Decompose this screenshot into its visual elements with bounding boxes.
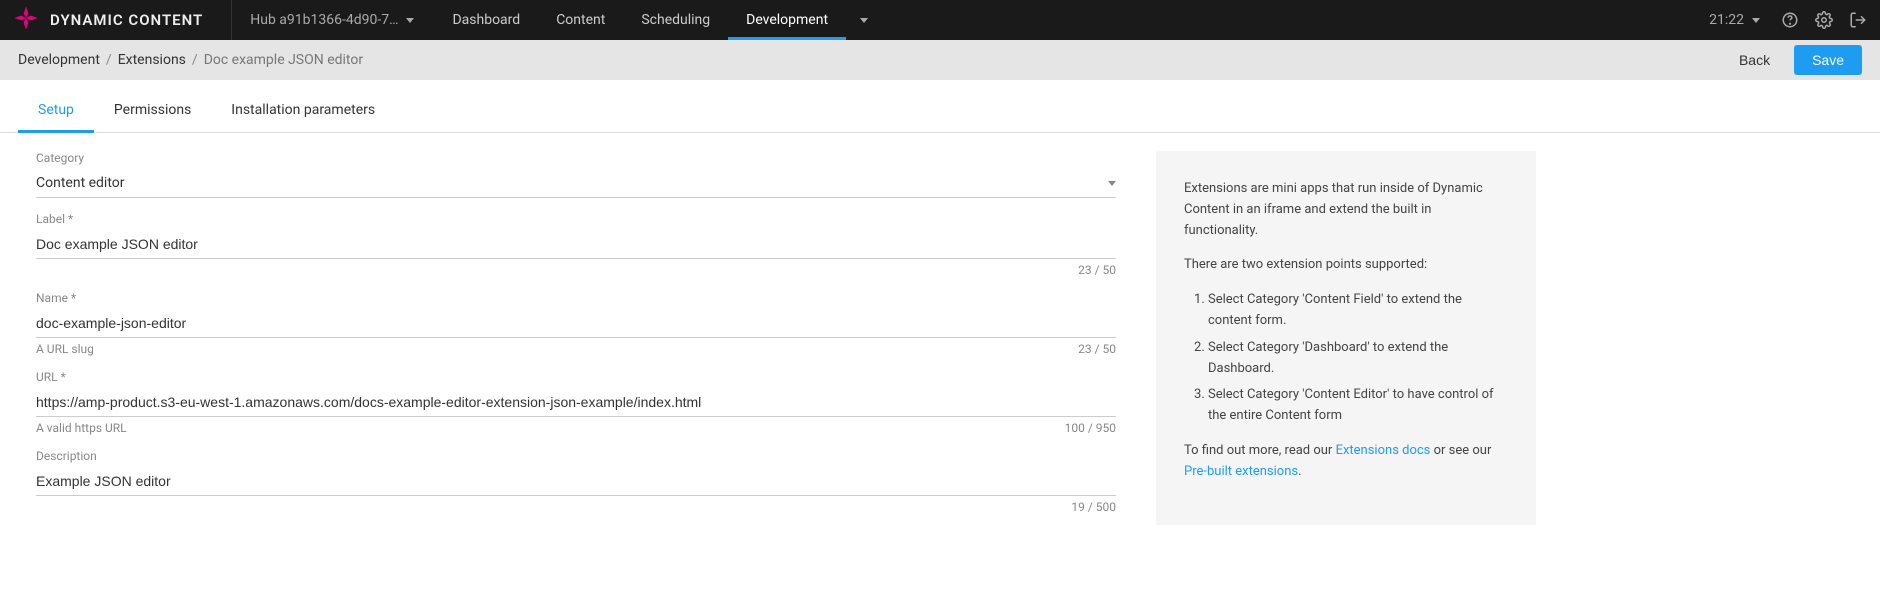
chevron-down-icon [1108,181,1116,186]
logout-icon[interactable] [1848,10,1868,30]
name-hint: A URL slug [36,342,94,356]
panel-p3b: or see our [1430,443,1491,458]
info-panel: Extensions are mini apps that run inside… [1156,151,1536,525]
panel-p3: To find out more, read our Extensions do… [1184,441,1508,483]
breadcrumb: Development / Extensions / Doc example J… [18,52,363,68]
subheader: Development / Extensions / Doc example J… [0,40,1880,80]
hub-label: Hub a91b1366-4d90-7… [250,12,398,28]
time-value: 21:22 [1709,12,1744,28]
category-value: Content editor [36,175,125,191]
name-counter: 23 / 50 [1078,342,1116,356]
help-icon[interactable] [1780,10,1800,30]
subheader-actions: Back Save [1727,45,1862,75]
tab-installation-parameters[interactable]: Installation parameters [211,88,395,132]
main-nav: Dashboard Content Scheduling Development [434,0,876,40]
panel-p3a: To find out more, read our [1184,443,1336,458]
breadcrumb-development[interactable]: Development [18,52,100,68]
save-button[interactable]: Save [1794,45,1862,75]
content: Category Content editor Label * 23 / 50 … [0,133,1880,546]
breadcrumb-separator: / [192,52,198,68]
hub-selector[interactable]: Hub a91b1366-4d90-7… [240,12,424,28]
category-label: Category [36,151,1116,165]
prebuilt-extensions-link[interactable]: Pre-built extensions [1184,464,1298,479]
field-name: Name * A URL slug 23 / 50 [36,291,1116,356]
field-url: URL * A valid https URL 100 / 950 [36,370,1116,435]
panel-p1: Extensions are mini apps that run inside… [1184,179,1508,241]
panel-list: Select Category 'Content Field' to exten… [1184,290,1508,427]
label-label: Label * [36,212,1116,226]
breadcrumb-current: Doc example JSON editor [204,52,363,68]
nav-more-dropdown[interactable] [852,0,876,40]
panel-p3c: . [1298,464,1301,479]
nav-content[interactable]: Content [538,0,623,40]
settings-icon[interactable] [1814,10,1834,30]
topbar-right: 21:22 [1703,10,1868,30]
nav-dashboard[interactable]: Dashboard [434,0,538,40]
chevron-down-icon [1752,18,1760,23]
description-label: Description [36,449,1116,463]
field-category: Category Content editor [36,151,1116,198]
field-description: Description 19 / 500 [36,449,1116,514]
topbar: DYNAMIC CONTENT Hub a91b1366-4d90-7… Das… [0,0,1880,40]
field-label: Label * 23 / 50 [36,212,1116,277]
breadcrumb-extensions[interactable]: Extensions [118,52,186,68]
brand: DYNAMIC CONTENT [12,4,203,36]
brand-title: DYNAMIC CONTENT [50,11,203,29]
tabs: Setup Permissions Installation parameter… [0,88,1880,133]
time-selector[interactable]: 21:22 [1703,12,1766,28]
chevron-down-icon [860,18,868,23]
name-label: Name * [36,291,1116,305]
tab-setup[interactable]: Setup [18,88,94,132]
back-button[interactable]: Back [1727,46,1782,74]
panel-li1: Select Category 'Content Field' to exten… [1208,290,1508,332]
url-hint: A valid https URL [36,421,127,435]
name-input[interactable] [36,309,1116,338]
label-input[interactable] [36,230,1116,259]
nav-development[interactable]: Development [728,0,846,40]
description-input[interactable] [36,467,1116,496]
url-label: URL * [36,370,1116,384]
nav-scheduling[interactable]: Scheduling [623,0,728,40]
description-counter: 19 / 500 [1071,500,1116,514]
panel-li2: Select Category 'Dashboard' to extend th… [1208,338,1508,380]
tab-permissions[interactable]: Permissions [94,88,211,132]
chevron-down-icon [406,18,414,23]
url-counter: 100 / 950 [1065,421,1116,435]
label-counter: 23 / 50 [1078,263,1116,277]
extensions-docs-link[interactable]: Extensions docs [1336,443,1431,458]
brand-logo-icon [12,4,40,36]
panel-p2: There are two extension points supported… [1184,255,1508,276]
divider [231,0,232,40]
form-column: Category Content editor Label * 23 / 50 … [36,151,1116,528]
panel-li3: Select Category 'Content Editor' to have… [1208,385,1508,427]
url-input[interactable] [36,388,1116,417]
breadcrumb-separator: / [106,52,112,68]
category-select[interactable]: Content editor [36,169,1116,198]
